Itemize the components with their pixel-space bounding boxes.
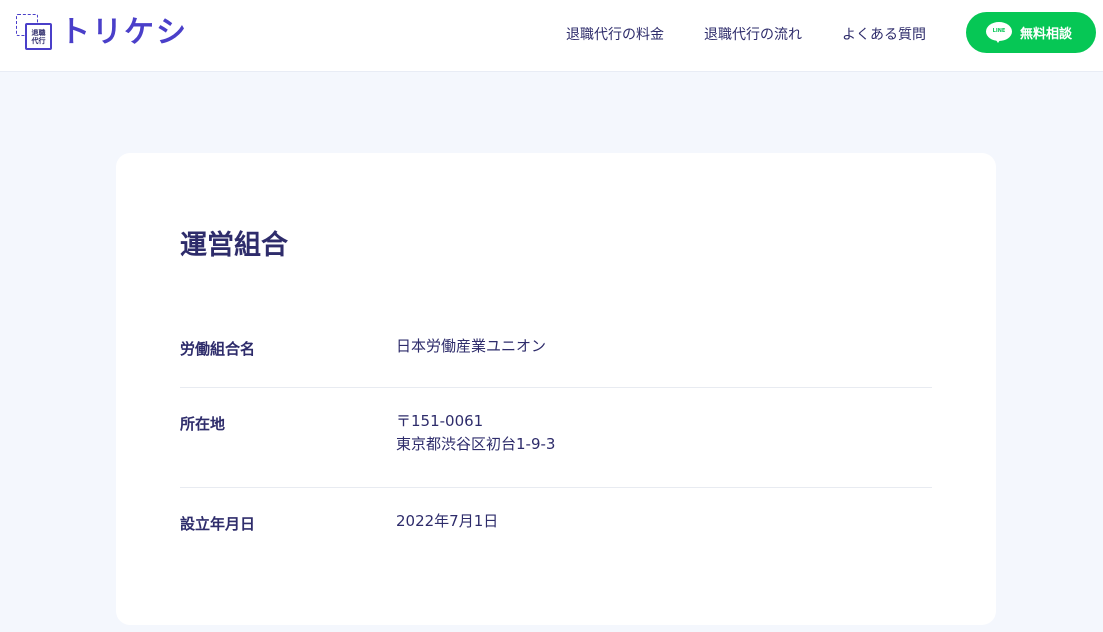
info-value: 〒151-0061 東京都渋谷区初台1-9-3 [396, 410, 555, 456]
nav-link-faq[interactable]: よくある質問 [842, 24, 926, 44]
info-value-line: 〒151-0061 [396, 412, 484, 430]
free-consultation-button[interactable]: LINE 無料相談 [966, 12, 1096, 53]
logo-badge-icon: 退職 代行 [16, 14, 54, 52]
logo-badge-box: 退職 代行 [25, 23, 52, 50]
site-header: 退職 代行 トリケシ 退職代行の料金 退職代行の流れ よくある質問 LINE 無… [0, 0, 1103, 72]
info-label: 所在地 [180, 415, 226, 433]
page-title: 運営組合 [180, 230, 288, 261]
nav-link-flow[interactable]: 退職代行の流れ [704, 24, 802, 44]
logo[interactable]: 退職 代行 トリケシ [16, 13, 188, 53]
logo-text: トリケシ [60, 15, 188, 50]
row-divider [180, 487, 932, 488]
info-value-line: 東京都渋谷区初台1-9-3 [396, 435, 556, 453]
info-value: 日本労働産業ユニオン [396, 335, 546, 358]
logo-badge-line1: 退職 [31, 28, 46, 37]
line-icon-tail [993, 36, 1002, 43]
info-value: 2022年7月1日 [396, 510, 498, 533]
free-consultation-label: 無料相談 [1019, 27, 1072, 42]
info-value-line: 日本労働産業ユニオン [396, 337, 547, 355]
nav-link-pricing[interactable]: 退職代行の料金 [566, 24, 664, 44]
logo-badge-line2: 代行 [31, 36, 46, 45]
info-label: 設立年月日 [180, 515, 256, 533]
line-icon: LINE [985, 21, 1012, 44]
info-label: 労働組合名 [180, 340, 256, 358]
info-value-line: 2022年7月1日 [396, 512, 499, 530]
row-divider [180, 387, 932, 388]
organization-info-card: 運営組合 労働組合名 日本労働産業ユニオン 所在地 〒151-0061 東京都渋… [116, 153, 996, 625]
